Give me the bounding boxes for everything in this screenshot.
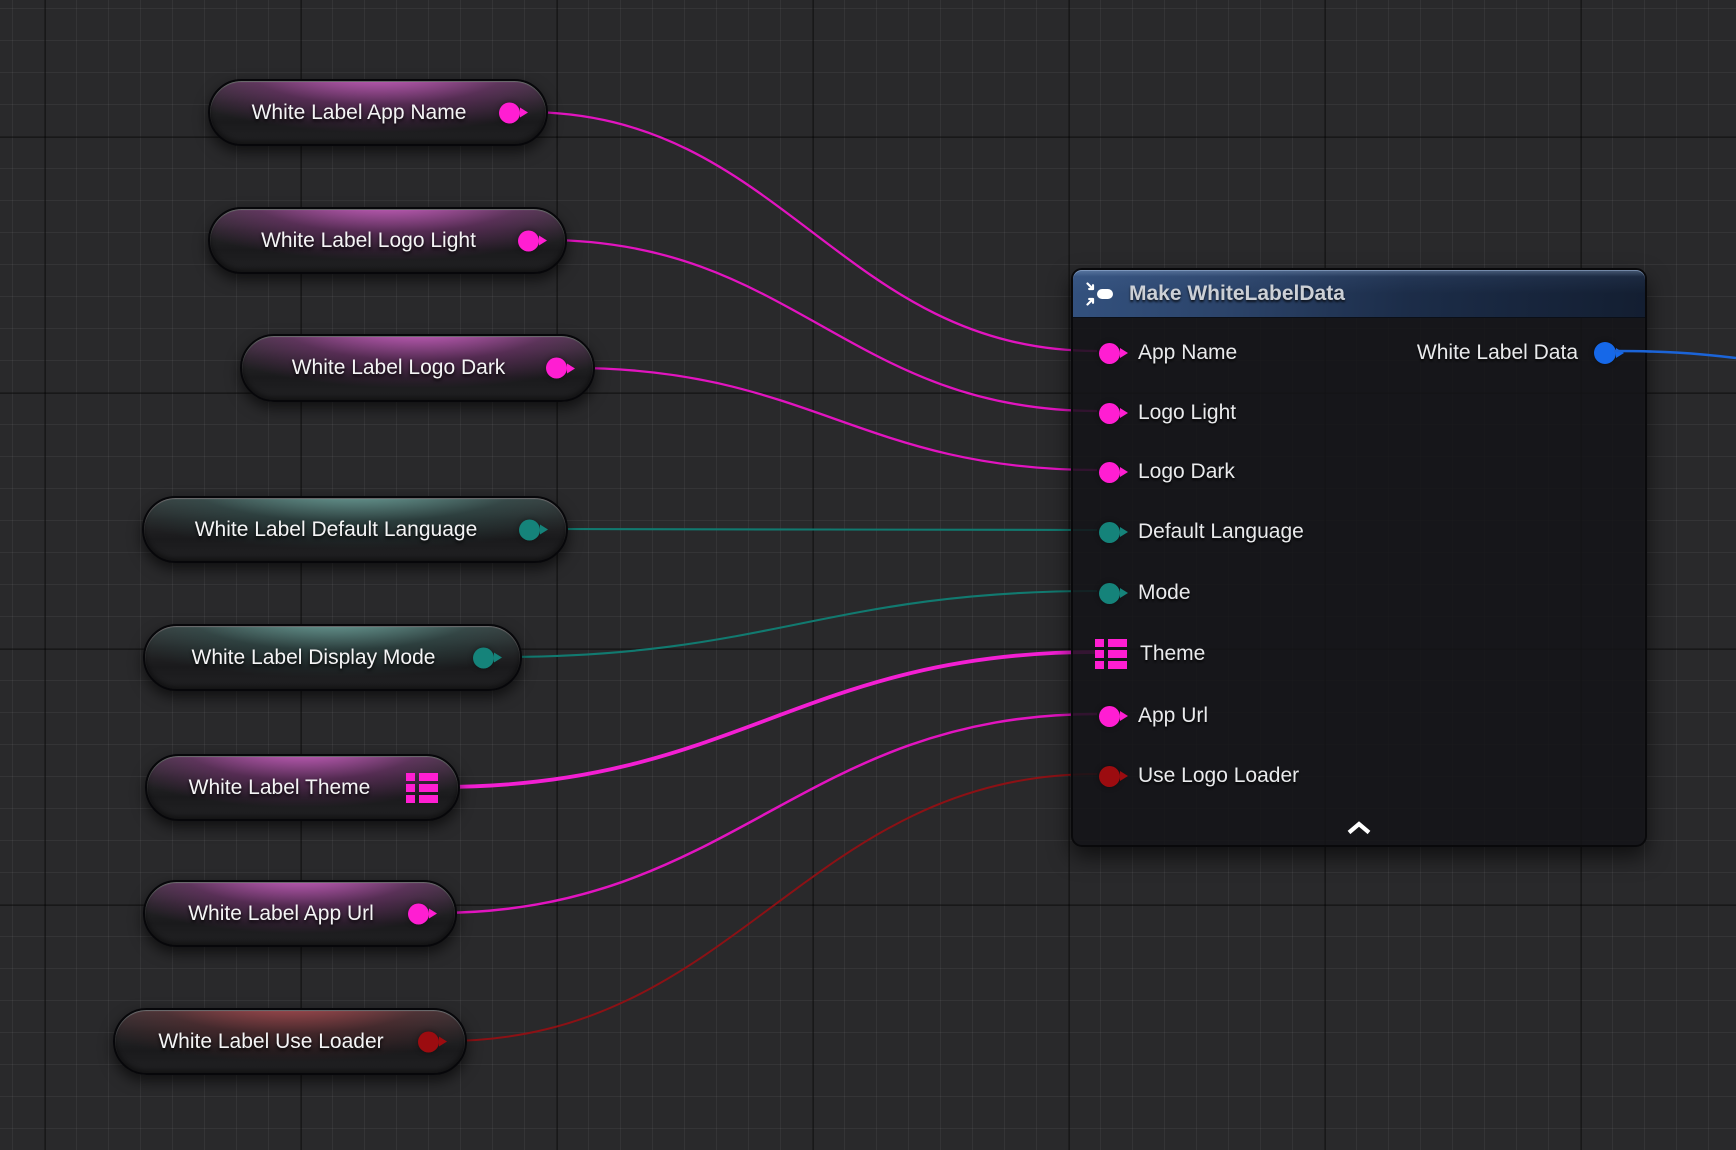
variable-node-white-label-logo-dark[interactable]: White Label Logo Dark bbox=[240, 334, 595, 402]
node-title: Make WhiteLabelData bbox=[1129, 282, 1345, 306]
text-output-pin[interactable] bbox=[519, 519, 540, 540]
node-header[interactable]: Make WhiteLabelData bbox=[1073, 270, 1645, 318]
string-input-pin[interactable] bbox=[1099, 343, 1120, 364]
wire-theme[interactable] bbox=[440, 652, 1096, 787]
make-struct-icon bbox=[1086, 282, 1116, 306]
collapse-node-button[interactable] bbox=[1339, 817, 1379, 839]
input-row-theme: Theme bbox=[1095, 634, 1205, 674]
variable-node-white-label-use-loader[interactable]: White Label Use Loader bbox=[113, 1008, 467, 1075]
bool-output-pin[interactable] bbox=[418, 1031, 439, 1052]
string-output-pin[interactable] bbox=[518, 230, 539, 251]
variable-node-white-label-app-name[interactable]: White Label App Name bbox=[208, 79, 548, 146]
wire-app-url[interactable] bbox=[435, 714, 1097, 913]
string-input-pin[interactable] bbox=[1099, 706, 1120, 727]
variable-node-white-label-app-url[interactable]: White Label App Url bbox=[143, 880, 457, 947]
variable-label: White Label Default Language bbox=[144, 498, 566, 561]
variable-node-white-label-default-language[interactable]: White Label Default Language bbox=[142, 496, 568, 563]
pin-label: Theme bbox=[1140, 642, 1205, 666]
input-row-default-language: Default Language bbox=[1099, 512, 1304, 552]
wire-app-name[interactable] bbox=[526, 112, 1097, 351]
pin-label: Logo Light bbox=[1138, 401, 1236, 425]
string-input-pin[interactable] bbox=[1099, 462, 1120, 483]
input-row-logo-dark: Logo Dark bbox=[1099, 452, 1235, 492]
wire-default-language[interactable] bbox=[546, 529, 1097, 530]
string-output-pin[interactable] bbox=[408, 903, 429, 924]
variable-label: White Label Display Mode bbox=[145, 626, 520, 689]
output-row-white-label-data: White Label Data bbox=[1417, 333, 1616, 373]
variable-label: White Label Logo Dark bbox=[242, 336, 593, 400]
string-output-pin[interactable] bbox=[546, 358, 567, 379]
string-output-pin[interactable] bbox=[499, 102, 520, 123]
variable-label: White Label Logo Light bbox=[210, 209, 565, 272]
text-output-pin[interactable] bbox=[473, 647, 494, 668]
variable-node-white-label-logo-light[interactable]: White Label Logo Light bbox=[208, 207, 567, 274]
input-row-app-name: App Name bbox=[1099, 333, 1237, 373]
pin-label: Mode bbox=[1138, 581, 1191, 605]
blueprint-graph-canvas[interactable]: White Label App Name White Label Logo Li… bbox=[0, 0, 1736, 1150]
text-input-pin[interactable] bbox=[1099, 522, 1120, 543]
struct-output-pin[interactable] bbox=[1594, 342, 1616, 364]
bool-input-pin[interactable] bbox=[1099, 766, 1120, 787]
variable-node-white-label-display-mode[interactable]: White Label Display Mode bbox=[143, 624, 522, 691]
input-row-app-url: App Url bbox=[1099, 696, 1208, 736]
struct-pin-icon[interactable] bbox=[406, 773, 438, 803]
wire-use-loader[interactable] bbox=[445, 774, 1097, 1041]
pin-label: Use Logo Loader bbox=[1138, 764, 1299, 788]
input-row-logo-light: Logo Light bbox=[1099, 393, 1236, 433]
pin-label: App Name bbox=[1138, 341, 1237, 365]
input-row-mode: Mode bbox=[1099, 573, 1191, 613]
pin-label: App Url bbox=[1138, 704, 1208, 728]
text-input-pin[interactable] bbox=[1099, 583, 1120, 604]
variable-label: White Label App Name bbox=[210, 81, 546, 144]
variable-label: White Label Use Loader bbox=[115, 1010, 465, 1073]
pin-label: Default Language bbox=[1138, 520, 1304, 544]
chevron-up-icon bbox=[1346, 821, 1372, 835]
pin-label: Logo Dark bbox=[1138, 460, 1235, 484]
variable-node-white-label-theme[interactable]: White Label Theme bbox=[145, 754, 460, 821]
pin-label: White Label Data bbox=[1417, 341, 1578, 365]
make-whitelabeldata-node[interactable]: Make WhiteLabelData App Name Logo Light … bbox=[1071, 268, 1647, 847]
string-input-pin[interactable] bbox=[1099, 403, 1120, 424]
wire-logo-dark[interactable] bbox=[573, 368, 1097, 470]
wire-logo-light[interactable] bbox=[545, 240, 1097, 411]
wire-display-mode[interactable] bbox=[500, 591, 1097, 657]
struct-pin-icon[interactable] bbox=[1095, 639, 1127, 669]
input-row-use-logo-loader: Use Logo Loader bbox=[1099, 756, 1299, 796]
